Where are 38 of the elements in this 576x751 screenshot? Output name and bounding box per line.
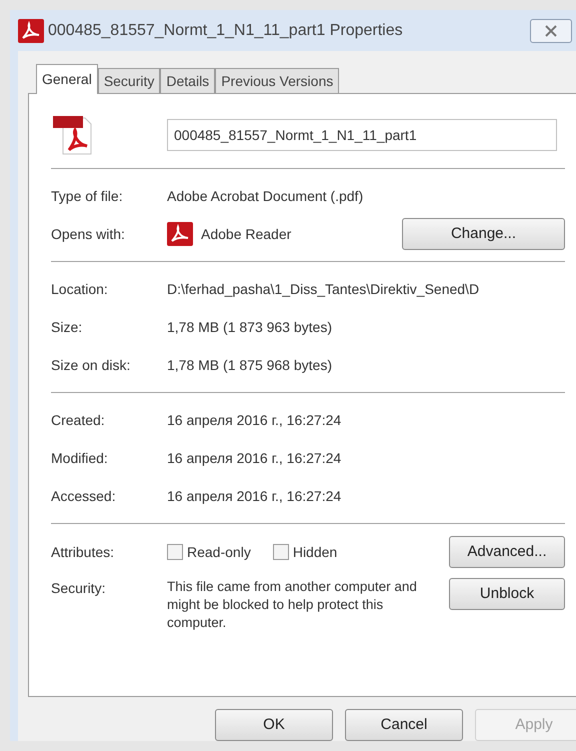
dialog-button[interactable]: OK — [215, 709, 333, 741]
field-value: Adobe Acrobat Document (.pdf) — [167, 186, 364, 206]
pdf-app-icon — [167, 222, 193, 246]
window-title: 000485_81557_Normt_1_N1_11_part1 Properties — [48, 20, 403, 40]
tab[interactable]: General — [36, 64, 98, 94]
tab[interactable]: Details — [160, 68, 216, 93]
field-label: Attributes: — [51, 542, 116, 562]
field-value: Adobe Reader — [201, 224, 292, 244]
tab[interactable]: Previous Versions — [215, 68, 340, 93]
field-value: 16 апреля 2016 г., 16:27:24 — [167, 486, 342, 506]
checkbox[interactable] — [167, 544, 183, 560]
security-note: This file came from another computer and might be blocked to help protect this computer. — [167, 578, 417, 632]
field-label: Size on disk: — [51, 356, 132, 374]
field-value: 16 апреля 2016 г., 16:27:24 — [167, 410, 342, 430]
close-button[interactable] — [530, 18, 572, 42]
field-label: Security: — [51, 579, 106, 598]
field-label: Modified: — [51, 448, 109, 468]
field-value: 1,78 MB (1 873 963 bytes) — [167, 318, 332, 337]
checkbox-label: Hidden — [292, 542, 338, 562]
field-label: Location: — [51, 280, 109, 298]
tab[interactable]: Security — [98, 68, 160, 93]
checkbox[interactable] — [272, 544, 289, 560]
pdf-app-icon — [18, 18, 44, 42]
dialog-button[interactable]: Cancel — [345, 709, 463, 741]
dialog-button[interactable]: Change... — [402, 218, 565, 250]
field-value: 1,78 MB (1 875 968 bytes) — [167, 356, 332, 375]
dialog-button[interactable]: Unblock — [449, 578, 565, 610]
dialog-button[interactable]: Advanced... — [449, 536, 565, 568]
field-label: Type of file: — [51, 186, 124, 206]
field-label: Size: — [51, 318, 84, 336]
field-label: Accessed: — [51, 486, 117, 506]
field-value: D:\ferhad_pasha\1_Diss_Tantes\Direktiv_Sened\D — [167, 280, 480, 299]
field-label: Created: — [51, 410, 106, 430]
field-value: 16 апреля 2016 г., 16:27:24 — [167, 448, 342, 468]
close-icon — [544, 24, 558, 36]
checkbox-label: Read-only — [187, 542, 251, 562]
file-name-field[interactable]: 000485_81557_Normt_1_N1_11_part1 — [167, 119, 557, 151]
field-label: Opens with: — [51, 224, 126, 244]
